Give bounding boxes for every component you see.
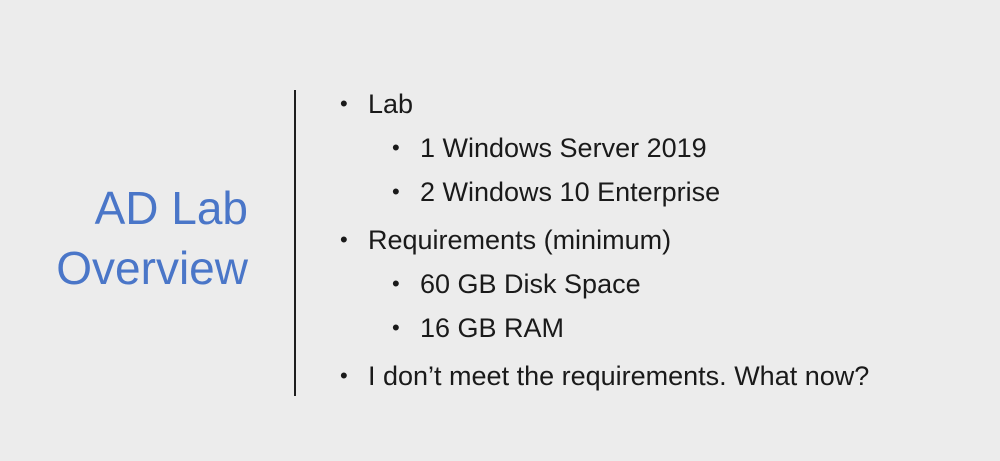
bullet-dot-icon: •	[392, 271, 400, 296]
bullet-item-windows-server: • 1 Windows Server 2019	[340, 126, 869, 170]
slide-title: AD Lab Overview	[56, 178, 248, 298]
bullet-text: 1 Windows Server 2019	[420, 133, 707, 163]
bullet-text: Lab	[368, 89, 414, 119]
title-line-2: Overview	[56, 242, 248, 294]
bullet-text: 16 GB RAM	[420, 313, 565, 343]
bullet-text: Requirements (minimum)	[368, 225, 672, 255]
bullet-dot-icon: •	[340, 227, 348, 252]
bullet-text: 60 GB Disk Space	[420, 269, 641, 299]
bullet-dot-icon: •	[392, 179, 400, 204]
bullet-item-lab: • Lab	[340, 82, 869, 126]
bullet-text: 2 Windows 10 Enterprise	[420, 177, 721, 207]
bullet-dot-icon: •	[340, 91, 348, 116]
bullet-list: • Lab • 1 Windows Server 2019 • 2 Window…	[340, 82, 869, 398]
bullet-item-ram: • 16 GB RAM	[340, 306, 869, 350]
bullet-dot-icon: •	[392, 315, 400, 340]
bullet-text: I don’t meet the requirements. What now?	[368, 361, 870, 391]
title-line-1: AD Lab	[94, 182, 248, 234]
bullet-item-windows-10: • 2 Windows 10 Enterprise	[340, 170, 869, 214]
slide: AD Lab Overview • Lab • 1 Windows Server…	[0, 0, 1000, 461]
bullet-dot-icon: •	[392, 135, 400, 160]
bullet-dot-icon: •	[340, 363, 348, 388]
bullet-item-requirements: • Requirements (minimum)	[340, 218, 869, 262]
vertical-divider	[294, 90, 296, 396]
bullet-item-dont-meet: • I don’t meet the requirements. What no…	[340, 354, 869, 398]
bullet-item-disk-space: • 60 GB Disk Space	[340, 262, 869, 306]
